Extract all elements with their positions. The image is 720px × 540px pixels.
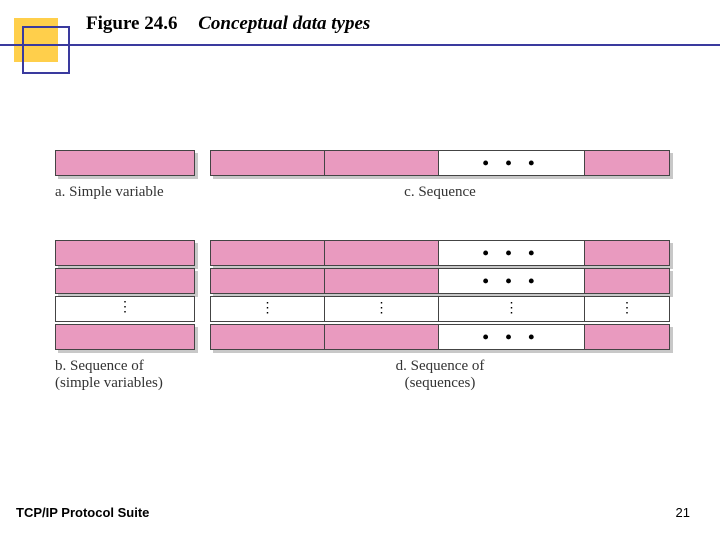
ellipsis-icon: • • •: [438, 150, 585, 176]
table-row-field: [210, 324, 325, 350]
ellipsis-icon: ⋮: [56, 297, 194, 316]
list-item-cell: [55, 268, 195, 294]
slide-bullet-icon-outline: [22, 26, 70, 74]
list-item-cell: [55, 324, 195, 350]
ellipsis-icon: • • •: [438, 324, 585, 350]
panel-c: • • • c. Sequence: [210, 150, 670, 201]
sequence-field: [584, 150, 670, 176]
table-row-field: [324, 240, 439, 266]
table-row-field: [210, 268, 325, 294]
table-row-field: [584, 324, 670, 350]
panel-b: ⋮ b. Sequence of (simple variables): [55, 240, 195, 392]
sequence-field: [324, 150, 439, 176]
table-row-field: [210, 240, 325, 266]
table-row-field: [584, 268, 670, 294]
panel-a: a. Simple variable: [55, 150, 195, 201]
list-item-cell: [55, 240, 195, 266]
caption-d: d. Sequence of (sequences): [210, 358, 670, 392]
ellipsis-icon: • • •: [438, 268, 585, 294]
slide-title: Figure 24.6 Conceptual data types: [86, 13, 370, 35]
list-ellipsis-cell: ⋮: [55, 296, 195, 322]
ellipsis-icon: • • •: [438, 240, 585, 266]
caption-a: a. Simple variable: [55, 184, 195, 201]
sequence-field: [210, 150, 325, 176]
ellipsis-icon: ⋮: [324, 300, 439, 317]
page-number: 21: [676, 505, 690, 520]
table-row-field: [324, 324, 439, 350]
table-row-field: [324, 268, 439, 294]
header-rule: [0, 44, 720, 46]
caption-b: b. Sequence of (simple variables): [55, 358, 195, 392]
ellipsis-icon: ⋮: [584, 300, 670, 317]
figure-subtitle: Conceptual data types: [198, 13, 370, 34]
caption-c: c. Sequence: [210, 184, 670, 201]
simple-variable-cell: [55, 150, 195, 176]
ellipsis-icon: ⋮: [210, 300, 325, 317]
figure-number: Figure 24.6: [86, 13, 177, 34]
ellipsis-icon: ⋮: [438, 300, 585, 317]
panel-d: • • • • • • ⋮ ⋮ ⋮ ⋮: [210, 240, 670, 392]
table-row-field: [584, 240, 670, 266]
footer-source: TCP/IP Protocol Suite: [16, 505, 149, 520]
